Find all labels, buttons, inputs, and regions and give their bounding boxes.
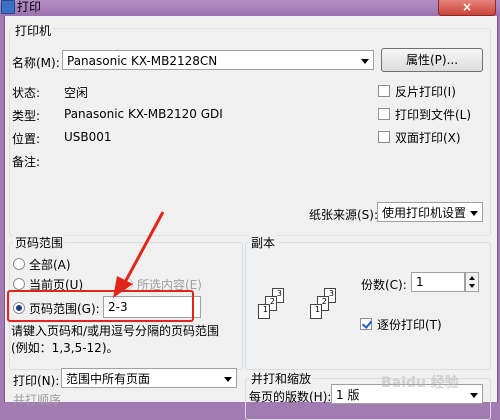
print-what-value: 范围中所有页面 <box>66 372 151 386</box>
zoom-group-label: 并打和缩放 <box>249 370 314 387</box>
print-what-select[interactable]: 范围中所有页面 <box>61 368 237 388</box>
chevron-down-icon <box>470 393 478 398</box>
collate-checkbox[interactable] <box>360 318 372 330</box>
location-value: USB001 <box>64 130 112 144</box>
properties-button[interactable]: 属性(P)... <box>381 48 483 72</box>
status-label: 状态: <box>12 86 41 100</box>
copies-count-input[interactable]: 1 <box>411 272 465 292</box>
paper-source-label: 纸张来源(S): <box>309 208 379 222</box>
pages-per-sheet-value: 1 版 <box>336 388 360 402</box>
print-to-file-checkbox[interactable] <box>378 108 390 120</box>
range-hint-line2: (例如：1,3,5-12)。 <box>11 341 119 355</box>
copies-group-label: 副本 <box>249 234 278 251</box>
status-value: 空闲 <box>64 86 89 100</box>
collate-page-icon: 1 <box>258 304 270 319</box>
collate-page-icon: 1 <box>310 304 322 319</box>
reverse-print-checkbox[interactable] <box>378 85 390 97</box>
pages-per-sheet-label: 每页的版数(H): <box>249 390 332 404</box>
annotation-arrow-icon <box>113 211 165 298</box>
collate-label: 逐份打印(T) <box>377 318 442 332</box>
chevron-down-icon <box>224 377 232 382</box>
print-to-file-label: 打印到文件(L) <box>395 108 472 122</box>
copies-group <box>245 242 491 370</box>
chevron-down-icon <box>361 59 369 64</box>
order-group-label: 并打顺序 <box>13 393 62 407</box>
app-icon <box>1 0 15 14</box>
location-label: 位置: <box>12 132 41 146</box>
copies-count-label: 份数(C): <box>361 278 407 292</box>
printer-group-label: 打印机 <box>13 22 54 39</box>
range-hint-line1: 请键入页码和/或用逗号分隔的页码范围 <box>11 324 220 338</box>
printer-name-select[interactable]: Panasonic KX-MB2128CN <box>62 50 374 70</box>
type-value: Panasonic KX-MB2120 GDI <box>64 107 223 121</box>
type-label: 类型: <box>12 109 41 123</box>
duplex-label: 双面打印(X) <box>395 131 461 145</box>
comment-label: 备注: <box>12 155 41 169</box>
page-range-group-label: 页码范围 <box>13 234 66 251</box>
printer-name-label: 名称(M): <box>12 56 60 70</box>
range-all-label: 全部(A) <box>29 258 71 272</box>
range-all-radio[interactable] <box>13 258 25 270</box>
printer-name-value: Panasonic KX-MB2128CN <box>67 54 218 68</box>
paper-source-select[interactable]: 使用打印机设置 <box>377 202 483 222</box>
print-dialog: 打印机 名称(M): Panasonic KX-MB2128CN 属性(P)..… <box>4 16 498 420</box>
watermark: Baidu 经验 <box>381 375 459 391</box>
title-bar: 打印 × <box>0 0 500 16</box>
reverse-print-label: 反片打印(I) <box>395 85 456 99</box>
window-title: 打印 <box>17 0 42 14</box>
close-button[interactable]: × <box>438 0 496 16</box>
copies-spinner[interactable] <box>465 272 479 292</box>
print-what-label: 打印(N): <box>13 374 60 388</box>
range-current-radio[interactable] <box>13 278 25 290</box>
paper-source-value: 使用打印机设置 <box>382 206 467 220</box>
duplex-checkbox[interactable] <box>378 131 390 143</box>
chevron-down-icon <box>470 211 478 216</box>
